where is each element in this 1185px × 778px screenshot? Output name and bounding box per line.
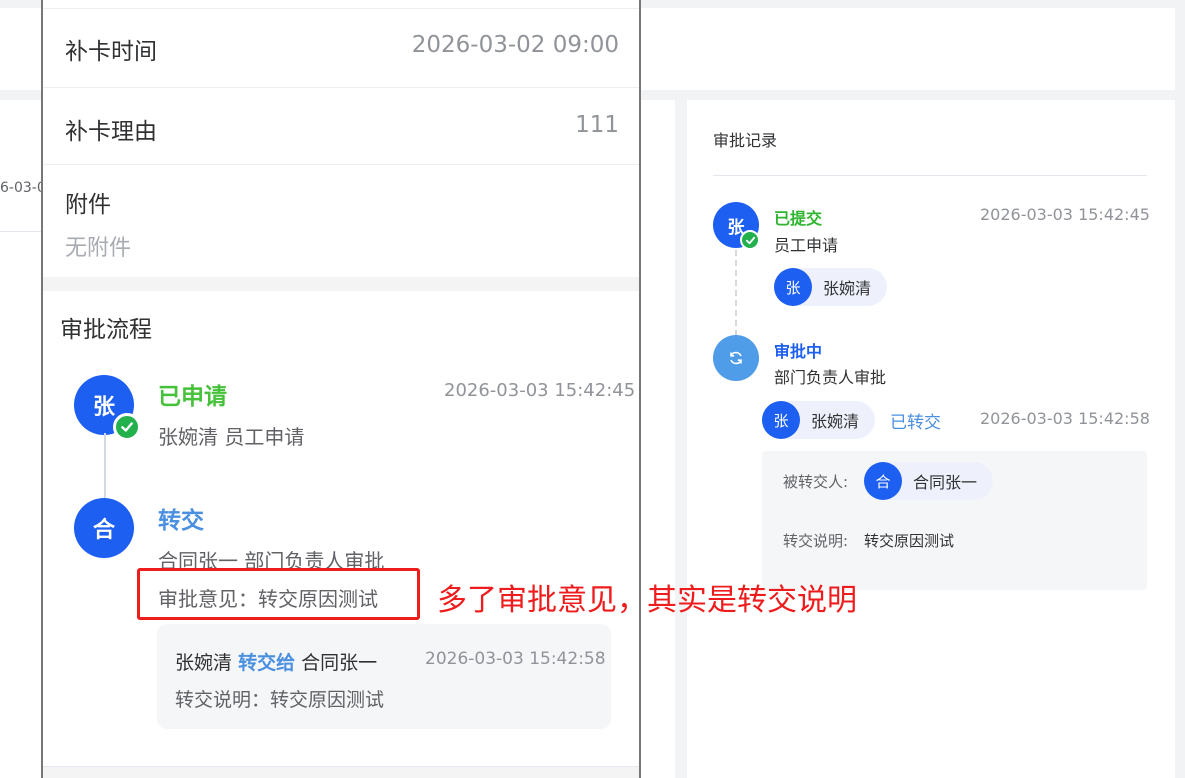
step-status: 已提交: [774, 209, 823, 228]
step-status: 已申请: [158, 384, 227, 410]
step-description: 部门负责人审批: [774, 368, 887, 387]
step-description: 张婉清 员工申请: [158, 425, 305, 449]
field-row-attachment: 附件 无附件: [43, 165, 639, 277]
timeline-connector: [104, 433, 106, 503]
transfer-note-value: 转交原因测试: [864, 532, 955, 550]
step-time: 2026-03-03 15:42:45: [980, 205, 1150, 224]
transfer-card: 张婉清 转交给 合同张一 2026-03-03 15:42:58 转交说明：转交…: [157, 624, 611, 729]
transfer-info-box: 被转交人: 合 合同张一 转交说明: 转交原因测试: [762, 451, 1147, 590]
avatar: 张: [762, 401, 800, 439]
field-label: 补卡时间: [65, 39, 157, 65]
step-status: 转交: [158, 508, 204, 534]
step-time: 2026-03-03 15:42:58: [980, 409, 1150, 428]
approval-record-title: 审批记录: [713, 131, 778, 150]
check-icon: [740, 230, 760, 250]
avatar: 合: [864, 462, 902, 500]
step-time: 2026-03-03 15:42:45: [444, 380, 636, 401]
field-row-repunch-reason: 补卡理由 111: [43, 88, 639, 165]
transfer-note: 转交说明：转交原因测试: [175, 689, 385, 711]
section-gap: [43, 277, 639, 291]
transfer-to: 合同张一: [301, 652, 378, 674]
section-gap: [43, 766, 639, 778]
transfer-from: 张婉清: [175, 652, 233, 674]
field-value: 111: [575, 112, 619, 138]
user-chip: 张 张婉清: [762, 401, 876, 439]
divider: [713, 175, 1147, 176]
transfer-note-label: 转交说明:: [783, 532, 849, 550]
user-chip: 张 张婉清: [774, 268, 888, 306]
user-name: 合同张一: [913, 473, 978, 492]
timeline-connector: [735, 250, 737, 336]
annotation-highlight-box: [137, 568, 420, 620]
refresh-icon: [713, 335, 759, 381]
avatar: 合: [74, 498, 134, 558]
mobile-detail-view[interactable]: 补卡时间 2026-03-02 09:00 补卡理由 111 附件 无附件 审批…: [41, 0, 641, 778]
annotation-text: 多了审批意见，其实是转交说明: [437, 583, 857, 618]
check-icon: [113, 413, 141, 441]
transfer-time: 2026-03-03 15:42:58: [425, 649, 606, 669]
field-value: 2026-03-02 09:00: [411, 32, 619, 58]
partial-date-text: 6-03-0: [0, 180, 46, 196]
transferred-tag: 已转交: [890, 413, 941, 433]
avatar: 张: [774, 268, 812, 306]
user-name: 张婉清: [811, 412, 860, 431]
field-row-partial: [43, 0, 639, 9]
user-chip: 合 合同张一: [864, 462, 994, 500]
approval-record-panel: 审批记录 张 已提交 2026-03-03 15:42:45 员工申请 张 张婉…: [687, 100, 1175, 778]
user-name: 张婉清: [823, 279, 872, 298]
step-description: 员工申请: [774, 236, 839, 255]
field-label: 附件: [65, 192, 111, 218]
step-status: 审批中: [774, 342, 823, 361]
transfer-action: 转交给: [238, 652, 296, 674]
transfer-summary: 张婉清 转交给 合同张一: [175, 648, 377, 675]
field-row-repunch-time: 补卡时间 2026-03-02 09:00: [43, 9, 639, 88]
attachment-empty-text: 无附件: [65, 236, 132, 261]
transfer-to-label: 被转交人:: [783, 473, 849, 491]
field-label: 补卡理由: [65, 119, 157, 145]
approval-flow-title: 审批流程: [60, 317, 152, 343]
